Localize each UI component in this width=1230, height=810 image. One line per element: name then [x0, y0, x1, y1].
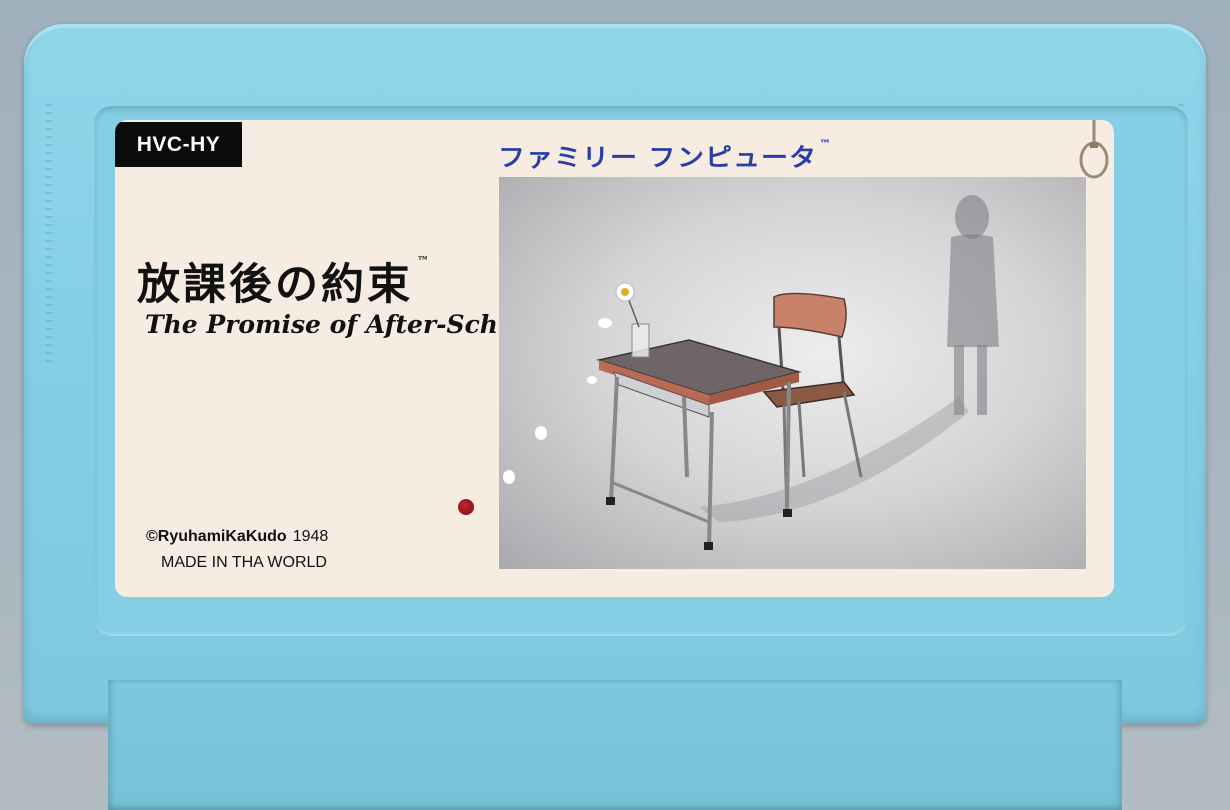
- shadow-figure: [947, 195, 999, 415]
- title-japanese-trademark: ™: [417, 254, 429, 268]
- title-english: The Promise of After-School™: [145, 310, 554, 339]
- brand-logo: ファミリー フンピュータ ™: [498, 138, 832, 174]
- falling-petals: [503, 318, 612, 484]
- cartridge-label: HVC-HY ファミリー フンピュータ ™ 放課後の約束 ™ The Promise…: [115, 120, 1114, 597]
- blood-drop-icon: [458, 499, 474, 515]
- desk: [596, 339, 802, 550]
- copyright-text: ©RyuhamiKaKudo: [146, 528, 287, 545]
- copyright-line: ©RyuhamiKaKudo 1948: [146, 528, 328, 546]
- cartridge-lower: [108, 680, 1122, 810]
- brand-text: ファミリー フンピュータ: [498, 144, 817, 173]
- title-english-text: The Promise of After-School: [145, 310, 541, 339]
- left-grip: [46, 104, 52, 364]
- title-japanese-text: 放課後の約束: [137, 260, 413, 310]
- made-in-text: MADE IN THA WORLD: [161, 554, 327, 571]
- product-code: HVC-HY: [115, 122, 242, 167]
- cover-artwork: [499, 177, 1086, 569]
- copyright-year: 1948: [292, 528, 329, 545]
- vase-with-flower: [615, 282, 650, 358]
- title-japanese: 放課後の約束 ™: [137, 250, 429, 312]
- brand-trademark: ™: [818, 137, 832, 151]
- noose-icon: [1079, 120, 1109, 179]
- floor-shadow: [699, 397, 969, 522]
